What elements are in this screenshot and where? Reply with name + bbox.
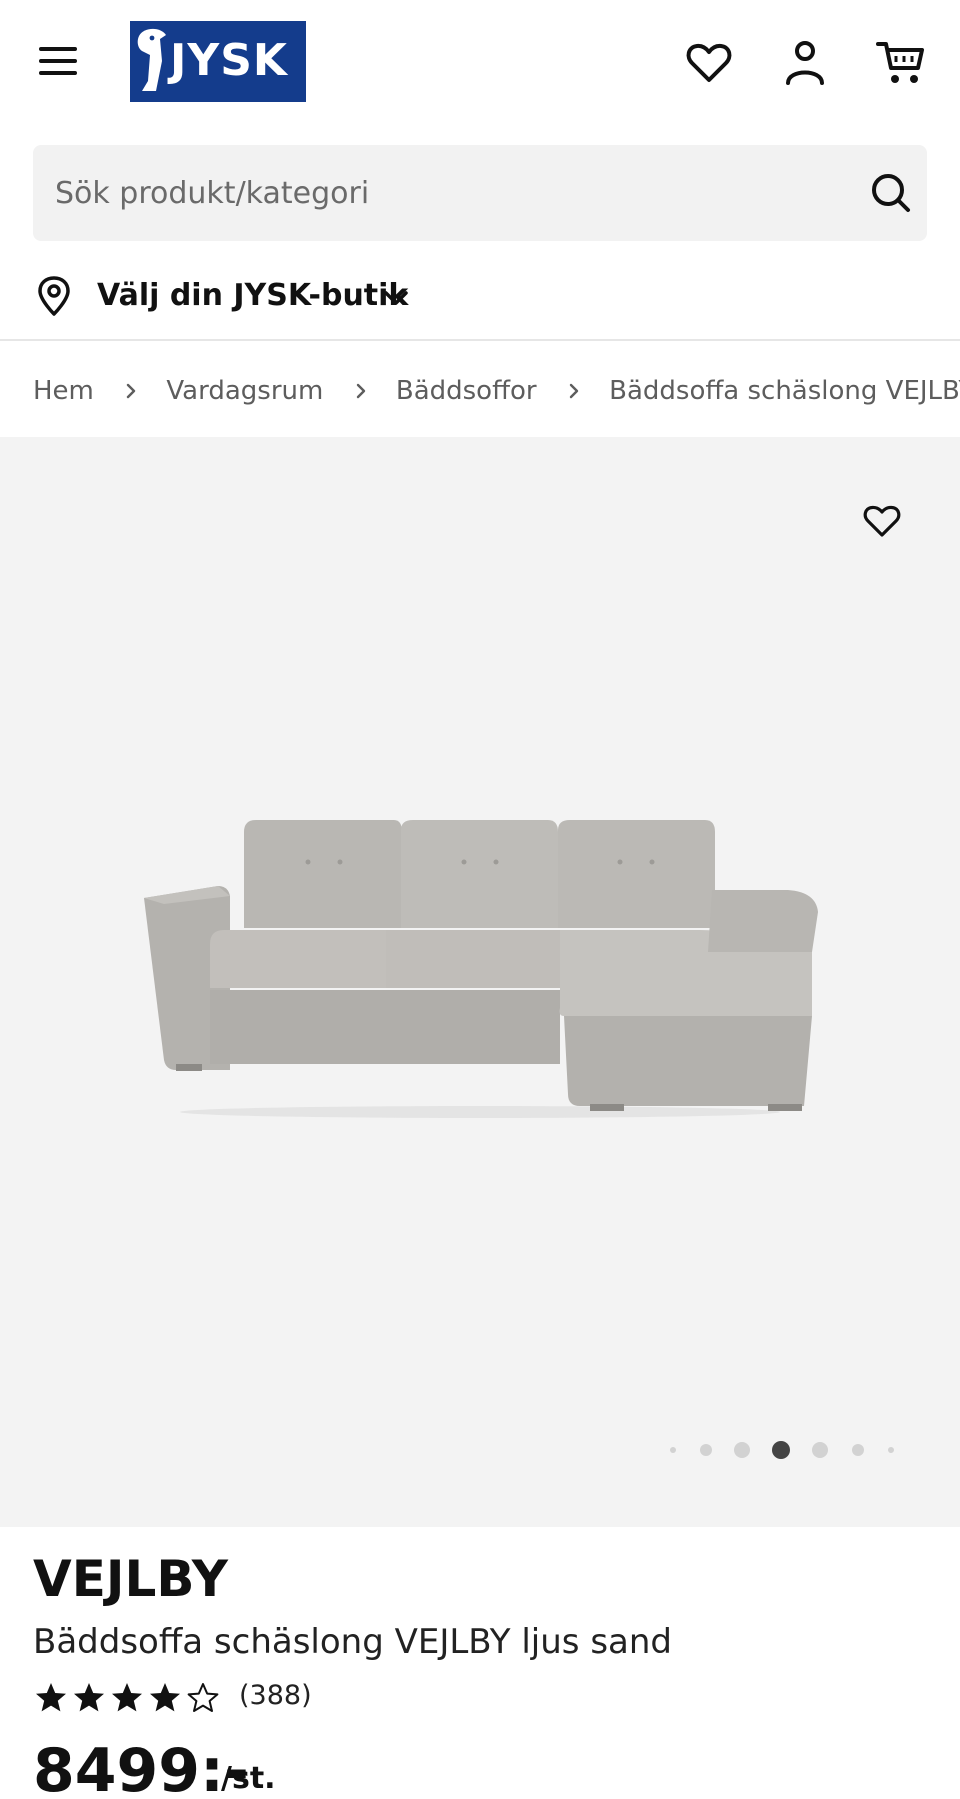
chevron-right-icon bbox=[126, 383, 136, 398]
gallery-dot-active[interactable] bbox=[772, 1441, 790, 1459]
breadcrumb-item-baddsoffor[interactable]: Bäddsoffor bbox=[396, 371, 537, 411]
location-pin-icon bbox=[38, 276, 70, 316]
breadcrumb: Hem Vardagsrum Bäddsoffor Bäddsoffa schä… bbox=[33, 370, 960, 414]
menu-icon[interactable] bbox=[36, 44, 82, 80]
product-rating[interactable]: (388) bbox=[33, 1678, 433, 1718]
gallery-dot[interactable] bbox=[888, 1447, 894, 1453]
heart-icon[interactable] bbox=[682, 36, 736, 90]
chevron-right-icon bbox=[356, 383, 365, 398]
chevron-right-icon bbox=[569, 383, 579, 398]
search-icon[interactable] bbox=[865, 167, 917, 219]
cart-icon[interactable] bbox=[874, 36, 928, 90]
add-to-wishlist-heart-icon[interactable] bbox=[860, 499, 904, 543]
product-name: Bäddsoffa schäslong VEJLBY ljus sand bbox=[33, 1622, 672, 1662]
product-brand-title: VEJLBY bbox=[33, 1550, 228, 1608]
header-divider bbox=[0, 339, 960, 341]
gallery-dot[interactable] bbox=[670, 1447, 676, 1453]
review-count: (388) bbox=[239, 1680, 312, 1711]
logo-text: JYSK bbox=[170, 35, 289, 86]
gallery-dot[interactable] bbox=[700, 1444, 712, 1456]
store-selector[interactable]: Välj din JYSK-butik bbox=[0, 268, 960, 338]
jysk-logo[interactable]: JYSK bbox=[130, 21, 306, 102]
rating-stars-icon bbox=[36, 1683, 219, 1712]
product-gallery[interactable] bbox=[0, 437, 960, 1527]
gallery-dot[interactable] bbox=[734, 1442, 750, 1458]
gallery-pagination bbox=[668, 1435, 908, 1465]
chevron-down-icon bbox=[384, 291, 408, 305]
breadcrumb-item-current: Bäddsoffa schäslong VEJLBY ljus s bbox=[609, 375, 960, 406]
gallery-dot[interactable] bbox=[852, 1444, 864, 1456]
price-row: 8499:- /st. bbox=[33, 1735, 533, 1799]
top-header: JYSK bbox=[0, 0, 960, 130]
user-icon[interactable] bbox=[778, 36, 832, 90]
store-selector-label: Välj din JYSK-butik bbox=[97, 278, 409, 313]
price-unit: /st. bbox=[221, 1761, 276, 1796]
breadcrumb-item-vardagsrum[interactable]: Vardagsrum bbox=[166, 371, 323, 411]
gallery-dot[interactable] bbox=[812, 1442, 828, 1458]
product-image-sofa bbox=[144, 820, 818, 1118]
product-price: 8499:- bbox=[33, 1736, 249, 1799]
breadcrumb-item-hem[interactable]: Hem bbox=[33, 371, 94, 411]
search-bar bbox=[33, 145, 927, 241]
search-input[interactable] bbox=[55, 167, 815, 219]
